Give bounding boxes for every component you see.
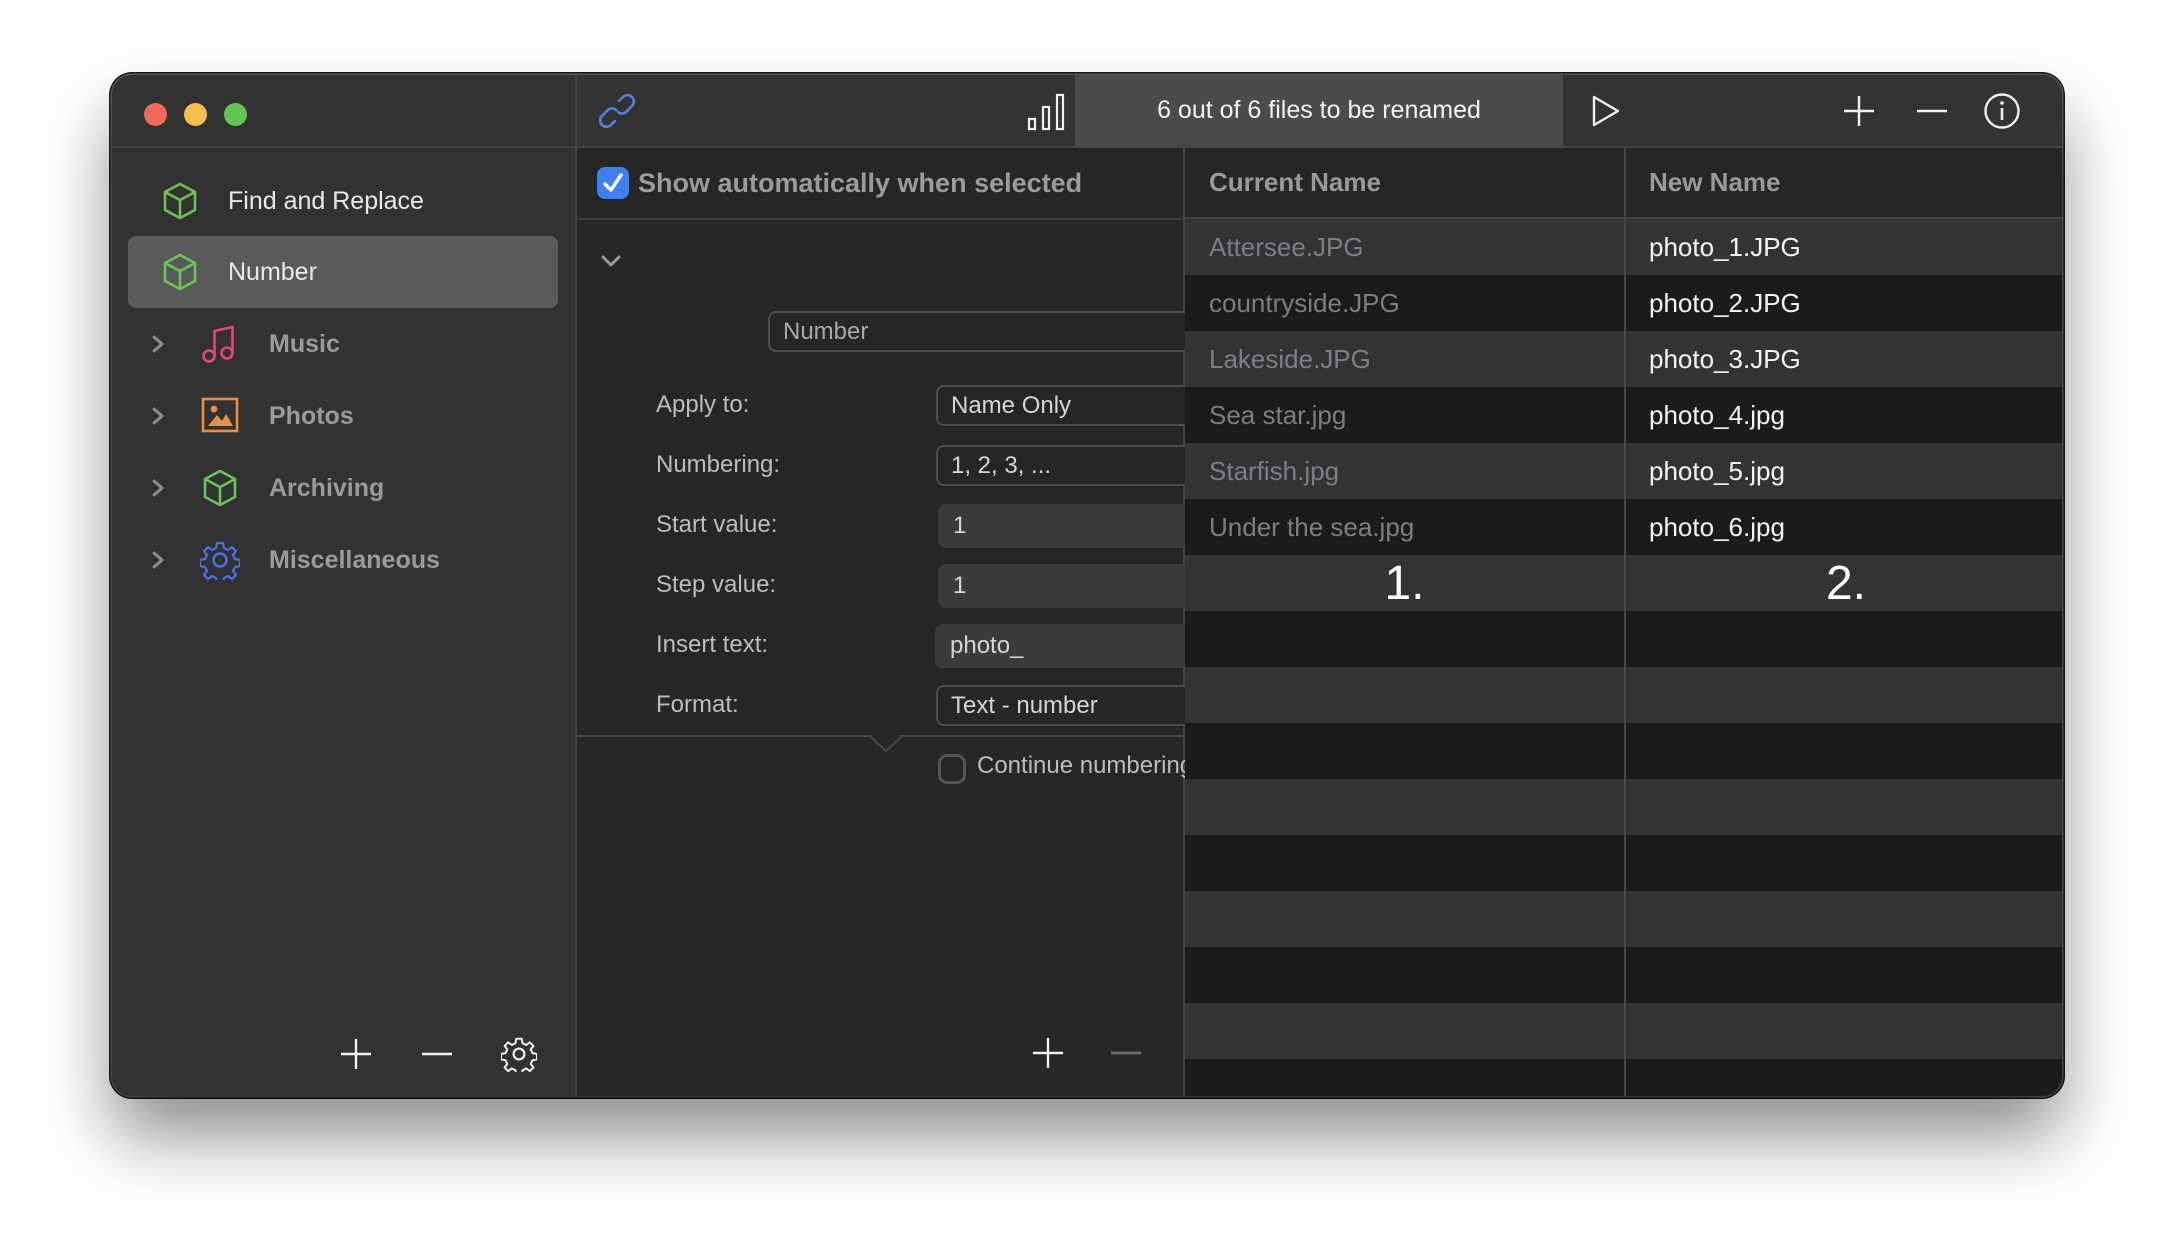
status-text: 6 out of 6 files to be renamed [1157, 96, 1481, 124]
sidebar-item-find-and-replace[interactable]: Find and Replace [128, 165, 558, 237]
maximize-button[interactable] [224, 103, 247, 126]
current-name-cell: Under the sea.jpg [1209, 511, 1415, 542]
minus-icon [1111, 1051, 1141, 1055]
chevron-right-icon[interactable] [150, 406, 166, 426]
sidebar-item-label: Miscellaneous [269, 545, 440, 574]
sidebar-item-miscellaneous[interactable]: Miscellaneous [128, 524, 558, 596]
numbering-label: Numbering: [656, 451, 781, 478]
step-value-label: Step value: [656, 571, 777, 598]
format-value: Text - number [951, 691, 1098, 719]
apply-to-value: Name Only [951, 391, 1072, 419]
bar-chart-icon [1027, 93, 1065, 131]
status-box: 6 out of 6 files to be renamed [1075, 75, 1563, 146]
file-table: Current Name New Name Attersee.JPG photo_… [1185, 148, 2062, 1096]
sidebar-settings-button[interactable] [500, 1035, 538, 1073]
add-files-button[interactable] [1841, 93, 1877, 129]
sidebar-item-label: Find and Replace [228, 186, 424, 215]
sidebar: Find and Replace Number Music Photos Arc… [112, 75, 577, 1096]
link-button[interactable] [597, 91, 637, 131]
new-name-cell: photo_2.JPG [1649, 287, 1801, 318]
numbering-value: 1, 2, 3, ... [951, 451, 1052, 479]
cube-icon [163, 253, 197, 291]
sidebar-item-number[interactable]: Number [128, 236, 558, 308]
sidebar-item-label: Photos [269, 401, 354, 430]
sidebar-item-archiving[interactable]: Archiving [128, 452, 558, 524]
info-icon [1984, 93, 2020, 129]
sidebar-item-label: Archiving [269, 473, 385, 502]
minus-icon [1917, 109, 1947, 113]
minimize-button[interactable] [184, 103, 207, 126]
continue-numbering-checkbox[interactable] [938, 754, 966, 784]
column-header-new-name[interactable]: New Name [1649, 148, 1781, 217]
remove-action-button[interactable] [1108, 1035, 1144, 1071]
remove-preset-button[interactable] [420, 1037, 454, 1071]
gear-icon [200, 541, 240, 580]
divider [112, 146, 575, 148]
close-button[interactable] [144, 103, 167, 126]
apply-to-label: Apply to: [656, 391, 750, 418]
gear-icon [501, 1037, 537, 1072]
sidebar-item-music[interactable]: Music [128, 308, 558, 380]
new-name-cell: photo_5.jpg [1649, 455, 1785, 486]
new-name-cell: photo_6.jpg [1649, 511, 1785, 542]
separator-notch [869, 735, 903, 753]
link-icon [598, 93, 636, 129]
step-value-input[interactable]: 1 [938, 564, 1221, 608]
add-preset-button[interactable] [339, 1037, 373, 1071]
remove-files-button[interactable] [1914, 93, 1950, 129]
photo-icon [201, 397, 239, 433]
annotation-label-2: 2. [1825, 556, 1867, 610]
insert-text-label: Insert text: [656, 631, 769, 658]
chevron-right-icon[interactable] [150, 478, 166, 498]
number-action-form: Apply to: Name Only Numbering: 1, 2, 3, … [577, 148, 1271, 810]
new-name-cell: photo_3.JPG [1649, 343, 1801, 374]
run-rename-button[interactable] [1588, 92, 1624, 130]
sidebar-item-label: Number [228, 257, 317, 286]
plus-icon [1033, 1038, 1063, 1068]
column-divider[interactable] [1624, 148, 1626, 1096]
chevron-right-icon[interactable] [150, 550, 166, 570]
cube-icon [163, 182, 197, 220]
add-action-button[interactable] [1030, 1035, 1066, 1071]
new-name-cell: photo_4.jpg [1649, 399, 1785, 430]
play-icon [1592, 95, 1620, 127]
continue-numbering-label: Continue numbering [977, 752, 1194, 779]
statistics-button[interactable] [1026, 91, 1068, 133]
sidebar-item-label: Music [269, 329, 340, 358]
step-value-text: 1 [953, 572, 967, 599]
start-value-input[interactable]: 1 [938, 504, 1221, 548]
format-label: Format: [656, 691, 739, 718]
plus-icon [1844, 96, 1874, 126]
music-note-icon [202, 325, 234, 363]
toolbar: 6 out of 6 files to be renamed [577, 75, 2062, 148]
insert-text-value: photo_ [950, 632, 1024, 659]
current-name-cell: Attersee.JPG [1209, 231, 1364, 262]
current-name-cell: Starfish.jpg [1209, 455, 1340, 486]
current-name-cell: Lakeside.JPG [1209, 343, 1371, 374]
sidebar-item-photos[interactable]: Photos [128, 380, 558, 452]
plus-icon [341, 1039, 371, 1069]
current-name-cell: Sea star.jpg [1209, 399, 1347, 430]
chevron-right-icon[interactable] [150, 334, 166, 354]
new-name-cell: photo_1.JPG [1649, 231, 1801, 262]
minus-icon [422, 1052, 452, 1056]
column-header-current-name[interactable]: Current Name [1209, 148, 1381, 217]
info-button[interactable] [1982, 91, 2022, 131]
current-name-cell: countryside.JPG [1209, 287, 1400, 318]
annotation-label-1: 1. [1384, 556, 1425, 610]
start-value-label: Start value: [656, 511, 778, 538]
start-value-text: 1 [953, 512, 967, 539]
app-window: Find and Replace Number Music Photos Arc… [112, 75, 2062, 1096]
cube-icon [203, 469, 237, 507]
